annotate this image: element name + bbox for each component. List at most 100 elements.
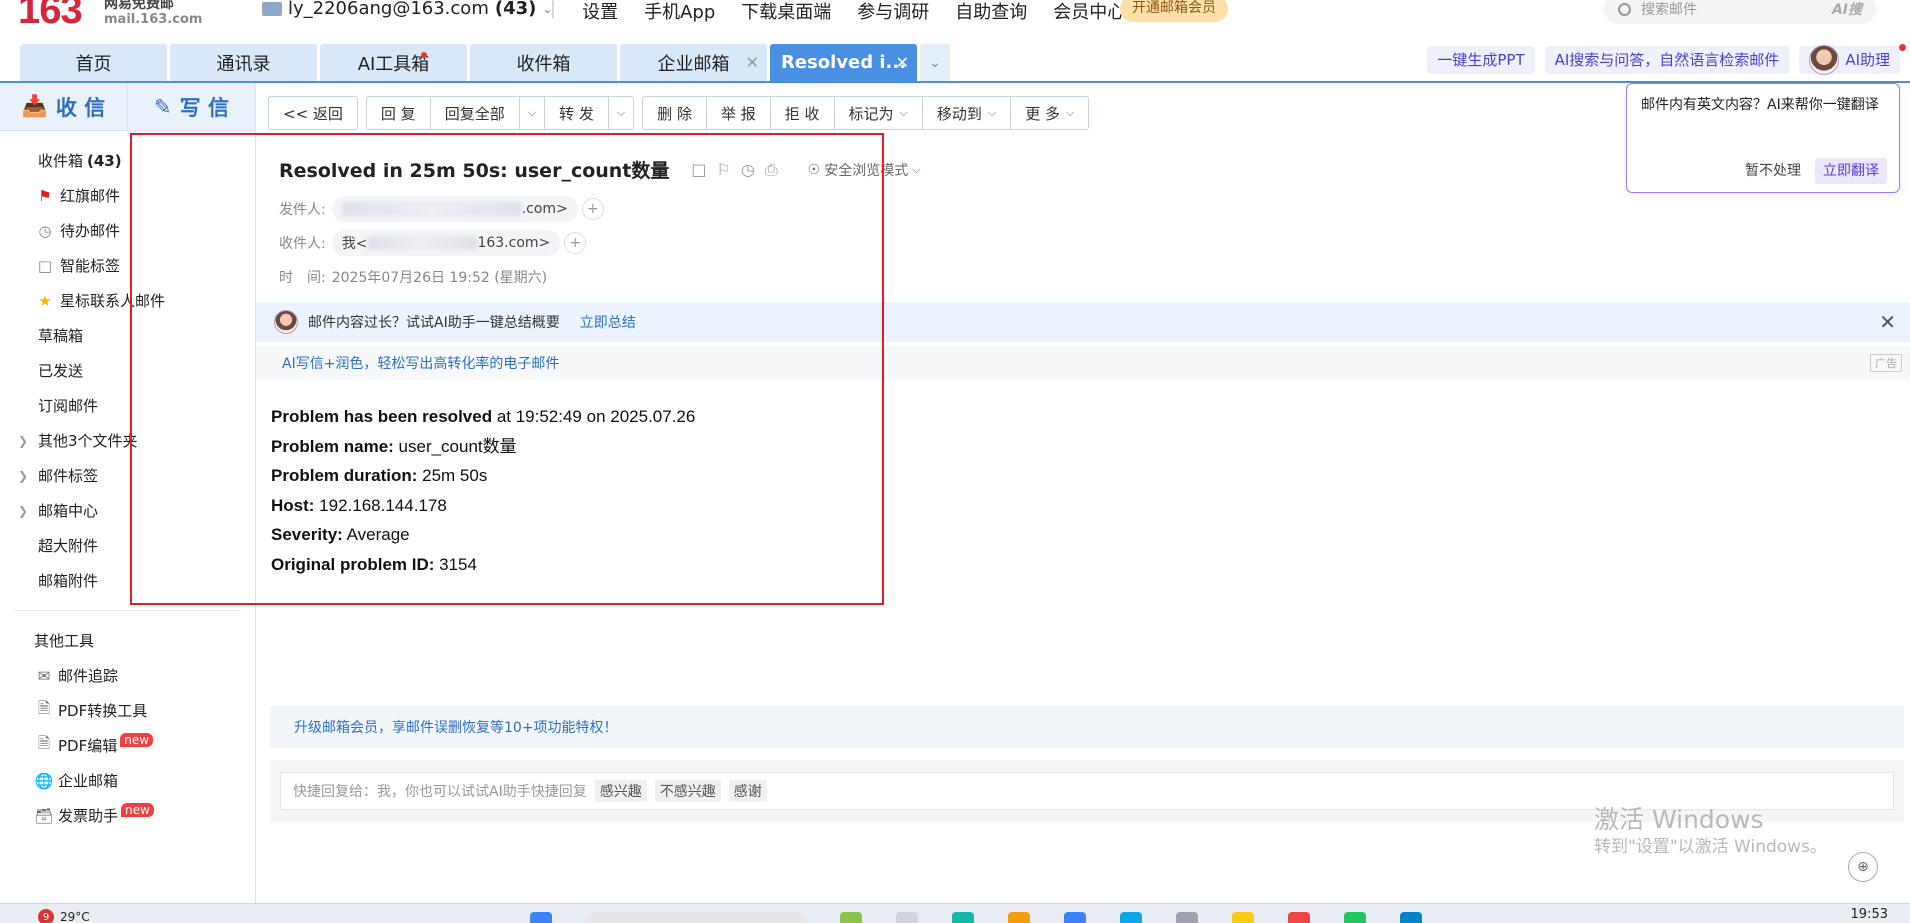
more-dropdown[interactable]: 更 多 ⌵ [1011, 97, 1088, 129]
wechat-icon[interactable] [1344, 912, 1366, 923]
folder-label: 收件箱 [38, 152, 84, 170]
sidebar-item-mail-center[interactable]: ❯ 邮箱中心 [0, 493, 255, 528]
back-button[interactable]: << 返回 [269, 97, 357, 129]
flag-icon[interactable]: ⚐ [717, 160, 731, 180]
sidebar-item-subscriptions[interactable]: 订阅邮件 [0, 388, 255, 423]
quick-reply-chip[interactable]: 感兴趣 [594, 780, 647, 802]
bookmark-icon[interactable]: □ [691, 160, 706, 180]
chevron-down-icon: ⌵ [1066, 106, 1075, 119]
nav-member-center[interactable]: 会员中心 [1053, 0, 1125, 24]
sidebar-item-mail-tags[interactable]: ❯ 邮件标签 [0, 458, 255, 493]
app-icon[interactable] [1400, 912, 1422, 923]
app-icon[interactable] [952, 912, 974, 923]
sidebar-item-mail-attachments[interactable]: 邮箱附件 [0, 563, 255, 598]
tool-enterprise-mail[interactable]: 🌐 企业邮箱 [0, 763, 255, 798]
ad-link[interactable]: AI写信+润色，轻松写出高转化率的电子邮件 [282, 353, 559, 373]
recipient-prefix: 我< [341, 236, 368, 252]
app-icon[interactable] [1232, 912, 1254, 923]
forward-button[interactable]: 转 发 [545, 97, 609, 129]
close-icon[interactable]: ✕ [1879, 310, 1896, 334]
reply-button[interactable]: 回 复 [367, 97, 431, 129]
tab-enterprise-mail[interactable]: 企业邮箱 ✕ [620, 44, 767, 81]
sidebar-item-inbox[interactable]: 收件箱 (43) [0, 143, 255, 178]
weather-widget[interactable]: 9 29°C [38, 909, 90, 923]
pen-icon: ✎ [154, 94, 172, 119]
zoom-icon[interactable]: ⊕ [1848, 852, 1878, 882]
sidebar-item-sent[interactable]: 已发送 [0, 353, 255, 388]
app-icon[interactable] [840, 912, 862, 923]
add-contact-button[interactable]: + [581, 198, 604, 220]
ai-helper-button[interactable]: AI助理 [1799, 44, 1906, 75]
reply-all-button[interactable]: 回复全部 [431, 97, 520, 129]
notification-dot [1899, 44, 1906, 51]
delete-button[interactable]: 删 除 [643, 97, 707, 129]
tab-inbox[interactable]: 收件箱 [470, 44, 617, 81]
tab-current-mail[interactable]: Resolved i... ✕ [770, 44, 917, 81]
sidebar-item-red-flag[interactable]: ⚑ 红旗邮件 [0, 178, 255, 213]
activation-watermark-title: 激活 Windows [1594, 805, 1764, 834]
windows-start-icon[interactable] [530, 912, 552, 923]
vip-button[interactable]: 开通邮箱会员 [1120, 0, 1228, 22]
quick-reply-chip[interactable]: 感谢 [728, 780, 767, 802]
tool-mail-tracking[interactable]: ✉ 邮件追踪 [0, 658, 255, 693]
taskbar-search-icon[interactable] [586, 912, 806, 923]
compose-button[interactable]: ✎ 写 信 [128, 83, 255, 130]
tool-invoice-helper[interactable]: 🗃 发票助手 new [0, 798, 255, 833]
tab-more-button[interactable]: ⌄ [920, 44, 950, 81]
app-icon[interactable] [1064, 912, 1086, 923]
safe-mode-label: 安全浏览模式 [824, 162, 909, 179]
forward-dropdown[interactable]: ⌵ [609, 97, 633, 129]
reply-all-dropdown[interactable]: ⌵ [520, 97, 546, 129]
chevron-down-icon: ⌵ [987, 106, 997, 119]
tab-ai-toolbox[interactable]: AI工具箱 [320, 44, 467, 81]
safe-browse-mode[interactable]: ☉ 安全浏览模式 ⌵ [808, 160, 921, 180]
tool-pdf-convert[interactable]: 🗎 PDF转换工具 [0, 693, 255, 728]
recipient-address[interactable]: 我< 163.com> [331, 230, 561, 256]
body-line: Problem name: user_count数量 [271, 432, 695, 462]
quick-reply-chip[interactable]: 不感兴趣 [654, 780, 721, 802]
upgrade-banner[interactable]: 升级邮箱会员，享邮件误删恢复等10+项功能特权！ [270, 706, 1904, 748]
folder-label: 已发送 [38, 362, 84, 380]
translate-button[interactable]: 立即翻译 [1815, 158, 1887, 184]
app-icon[interactable] [1120, 912, 1142, 923]
sidebar-item-starred-contacts[interactable]: ★ 星标联系人邮件 [0, 283, 255, 318]
taskbar: 9 29°C 19:53 [0, 903, 1910, 923]
folder-icon[interactable] [1008, 912, 1030, 923]
tab-contacts[interactable]: 通讯录 [170, 44, 317, 81]
mark-as-dropdown[interactable]: 标记为 ⌵ [835, 97, 923, 129]
sidebar-item-drafts[interactable]: 草稿箱 [0, 318, 255, 353]
move-to-dropdown[interactable]: 移动到 ⌵ [923, 97, 1012, 129]
generate-ppt-button[interactable]: 一键生成PPT [1427, 46, 1535, 74]
move-to-label: 移动到 [936, 104, 982, 123]
report-button[interactable]: 举 报 [707, 97, 771, 129]
sender-address[interactable]: .com> [331, 196, 578, 222]
nav-self-service[interactable]: 自助查询 [955, 0, 1027, 24]
sidebar-item-smart-tags[interactable]: □ 智能标签 [0, 248, 255, 283]
app-icon[interactable] [896, 912, 918, 923]
ai-search-label[interactable]: AI搜 [1832, 0, 1862, 19]
ai-search-qa-button[interactable]: AI搜索与问答，自然语言检索邮件 [1544, 46, 1790, 74]
receive-mail-button[interactable]: 📥 收 信 [0, 83, 128, 130]
close-icon[interactable]: ✕ [746, 53, 759, 72]
reject-button[interactable]: 拒 收 [771, 97, 835, 129]
nav-survey[interactable]: 参与调研 [857, 0, 929, 24]
account-menu[interactable]: ly_2206ang@163.com (43) ⌄ [262, 0, 552, 19]
sidebar-item-todo[interactable]: ◷ 待办邮件 [0, 213, 255, 248]
clock-icon[interactable]: ◷ [741, 160, 755, 180]
add-contact-button[interactable]: + [564, 232, 587, 254]
tab-home[interactable]: 首页 [20, 44, 167, 81]
app-icon[interactable] [1176, 912, 1198, 923]
app-icon[interactable] [1288, 912, 1310, 923]
tool-pdf-edit[interactable]: 🗎 PDF编辑 new [0, 728, 255, 763]
ignore-button[interactable]: 暂不处理 [1745, 160, 1801, 182]
search-input[interactable]: 搜索邮件 AI搜 [1604, 0, 1876, 24]
sidebar-item-large-attachments[interactable]: 超大附件 [0, 528, 255, 563]
nav-mobile-app[interactable]: 手机App [644, 0, 715, 24]
nav-settings[interactable]: 设置 [582, 0, 618, 24]
ai-summary-link[interactable]: 立即总结 [580, 312, 636, 332]
nav-desktop[interactable]: 下载桌面端 [741, 0, 831, 24]
sidebar-item-other-folders[interactable]: ❯ 其他3个文件夹 [0, 423, 255, 458]
logo[interactable]: 163 [18, 0, 83, 33]
print-icon[interactable]: ⎙ [765, 160, 778, 180]
close-icon[interactable]: ✕ [896, 53, 909, 72]
